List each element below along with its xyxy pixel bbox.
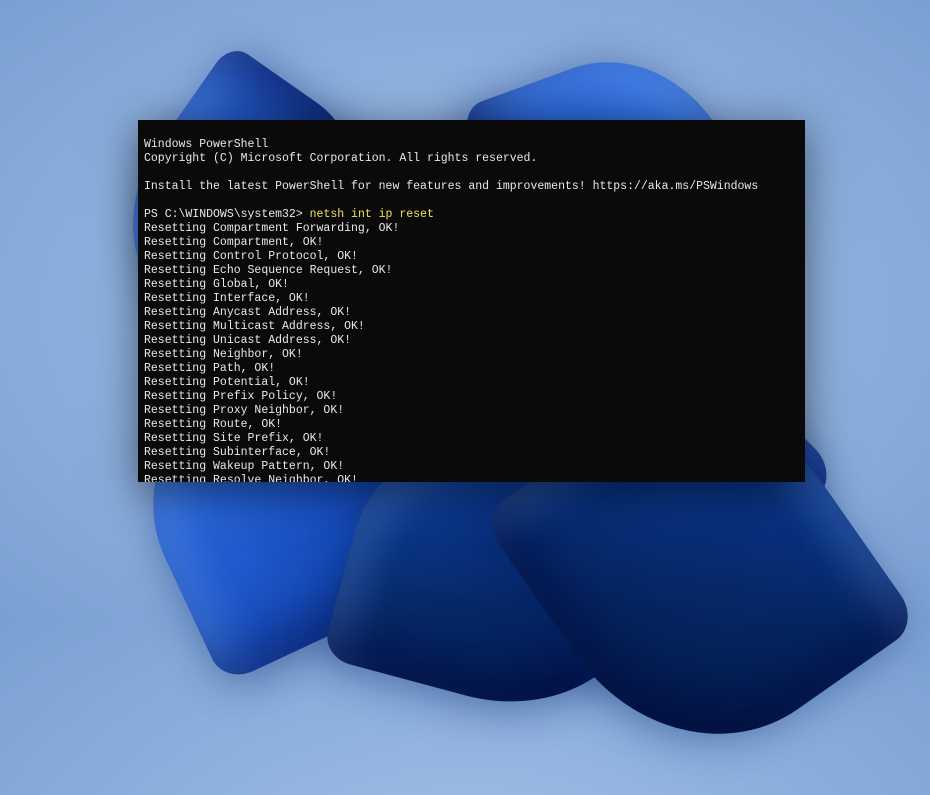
terminal-output-line: Resetting Anycast Address, OK!: [144, 306, 805, 320]
terminal-command: netsh int ip reset: [310, 208, 434, 221]
terminal-output-line: Resetting Echo Sequence Request, OK!: [144, 264, 805, 278]
terminal-output-line: Resetting Neighbor, OK!: [144, 348, 805, 362]
terminal-output-line: Resetting Route, OK!: [144, 418, 805, 432]
terminal-output-line: Resetting Control Protocol, OK!: [144, 250, 805, 264]
terminal-install-msg: Install the latest PowerShell for new fe…: [144, 180, 758, 193]
terminal-output-line: Resetting Path, OK!: [144, 362, 805, 376]
terminal-output-line: Resetting Compartment Forwarding, OK!: [144, 222, 805, 236]
terminal-header: Windows PowerShell: [144, 138, 268, 151]
terminal-output-line: Resetting Subinterface, OK!: [144, 446, 805, 460]
terminal-output-line: Resetting Wakeup Pattern, OK!: [144, 460, 805, 474]
terminal-output-line: Resetting Potential, OK!: [144, 376, 805, 390]
terminal-output-line: Resetting Proxy Neighbor, OK!: [144, 404, 805, 418]
terminal-output-line: Resetting Prefix Policy, OK!: [144, 390, 805, 404]
terminal-output: Resetting Compartment Forwarding, OK!Res…: [144, 222, 805, 482]
terminal-prompt-line: PS C:\WINDOWS\system32> netsh int ip res…: [144, 208, 434, 221]
terminal-copyright: Copyright (C) Microsoft Corporation. All…: [144, 152, 537, 165]
powershell-terminal[interactable]: Windows PowerShell Copyright (C) Microso…: [138, 120, 805, 482]
terminal-output-line: Resetting Interface, OK!: [144, 292, 805, 306]
terminal-output-line: Resetting Unicast Address, OK!: [144, 334, 805, 348]
terminal-prompt: PS C:\WINDOWS\system32>: [144, 208, 310, 221]
terminal-output-line: Resetting Compartment, OK!: [144, 236, 805, 250]
terminal-output-line: Resetting Multicast Address, OK!: [144, 320, 805, 334]
terminal-output-line: Resetting Global, OK!: [144, 278, 805, 292]
terminal-output-line: Resetting Site Prefix, OK!: [144, 432, 805, 446]
terminal-output-line: Resetting Resolve Neighbor, OK!: [144, 474, 805, 482]
